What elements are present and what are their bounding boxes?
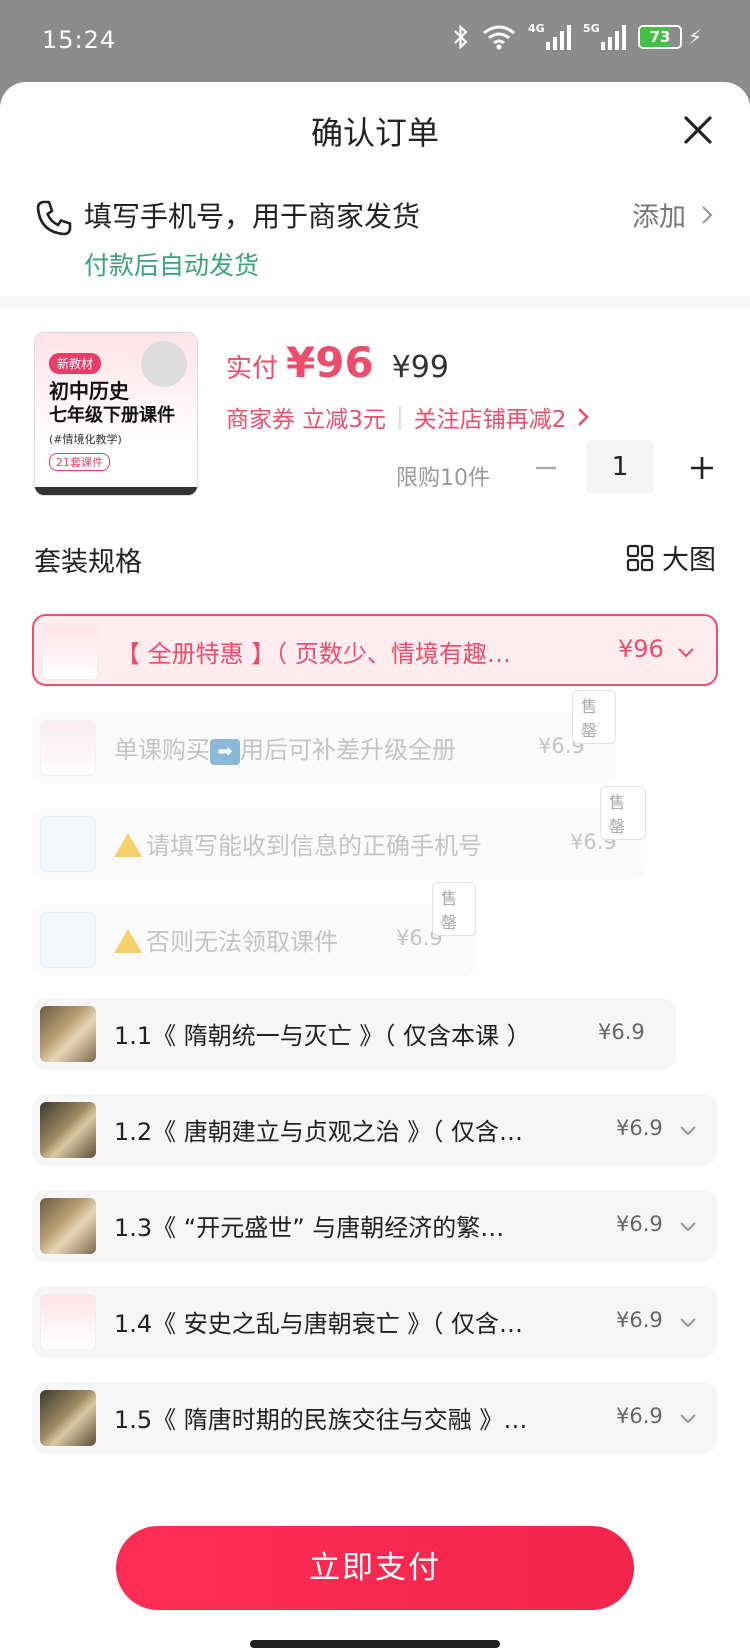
bluetooth-icon	[454, 24, 468, 50]
signal-4g-label: 4G	[527, 22, 545, 35]
sold-out-badge: 售罄	[600, 786, 646, 840]
option-label: 1.3《 “开元盛世” 与唐朝经济的繁…	[114, 1214, 505, 1242]
thumb-tag: (#情境化教学)	[49, 433, 122, 446]
thumb-count: 21套课件	[49, 453, 110, 471]
option-thumbnail	[40, 1390, 96, 1446]
warning-icon	[114, 929, 142, 953]
status-bar: 15:24 4G 5G 73 ⚡	[0, 0, 750, 82]
option-price: ¥96	[618, 635, 664, 663]
spec-option-sold-out: 单课购买 ➡ 用后可补差升级全册 ¥6.9 售罄	[32, 690, 616, 784]
big-image-label: 大图	[662, 545, 716, 576]
spec-header: 套装规格 大图	[0, 508, 750, 598]
spec-option[interactable]: 1.1《 隋朝统一与灭亡 》（ 仅含本课 ） ¥6.9	[32, 998, 676, 1070]
thumb-title: 初中历史	[49, 379, 129, 403]
option-price: ¥6.9	[616, 1116, 663, 1140]
signal-5g-icon: 5G	[582, 22, 626, 50]
grid-icon	[626, 544, 654, 571]
spec-option[interactable]: 1.4《 安史之乱与唐朝衰亡 》（ 仅含… ¥6.9	[32, 1286, 718, 1358]
chevron-down-icon	[680, 1414, 696, 1424]
minus-icon[interactable]	[526, 448, 566, 488]
sold-out-badge: 售罄	[432, 882, 476, 936]
contact-section[interactable]: 填写手机号，用于商家发货 添加 付款后自动发货	[0, 82, 750, 296]
section-divider	[0, 296, 750, 308]
add-phone-button[interactable]: 添加	[632, 195, 714, 234]
option-thumbnail	[40, 1294, 96, 1350]
chevron-right-icon	[578, 408, 590, 426]
battery-icon: 73 ⚡	[637, 25, 702, 49]
price-label: 实付	[226, 354, 279, 384]
option-label-text: 否则无法领取课件	[146, 928, 338, 956]
thumb-bar	[35, 487, 197, 495]
product-thumbnail[interactable]: 新教材 初中历史 七年级下册课件 (#情境化教学) 21套课件	[34, 332, 198, 496]
signal-5g-label: 5G	[582, 22, 600, 35]
chevron-down-icon	[680, 1126, 696, 1136]
option-price: ¥6.9	[616, 1308, 663, 1332]
option-label-part: 单课购买	[114, 736, 210, 764]
sold-out-badge: 售罄	[572, 690, 616, 744]
option-thumbnail	[40, 816, 96, 872]
signal-4g-icon: 4G	[527, 22, 571, 50]
product-section: 新教材 初中历史 七年级下册课件 (#情境化教学) 21套课件 实付 ¥96 ¥…	[0, 308, 750, 508]
phone-hint: 填写手机号，用于商家发货	[84, 200, 421, 233]
price-original: ¥99	[391, 350, 449, 385]
home-indicator[interactable]	[250, 1640, 500, 1648]
thumb-badge: 新教材	[49, 353, 102, 374]
option-thumbnail	[40, 912, 96, 968]
option-price: ¥6.9	[598, 1020, 645, 1044]
status-icons: 4G 5G 73 ⚡	[452, 22, 702, 50]
phone-icon	[36, 200, 72, 236]
status-time: 15:24	[42, 26, 117, 54]
big-image-toggle[interactable]: 大图	[626, 538, 716, 577]
spec-option[interactable]: 1.5《 隋唐时期的民族交往与交融 》… ¥6.9	[32, 1382, 718, 1454]
chevron-right-icon	[702, 205, 713, 224]
option-thumbnail	[40, 1006, 96, 1062]
option-label: 1.1《 隋朝统一与灭亡 》（ 仅含本课 ）	[114, 1022, 531, 1050]
spec-title: 套装规格	[34, 547, 142, 578]
quantity-input[interactable]: 1	[586, 440, 654, 494]
option-label: 【 全册特惠 】（ 页数少、情境有趣…	[116, 640, 511, 668]
chevron-down-icon	[680, 1222, 696, 1232]
thumb-subtitle: 七年级下册课件	[49, 405, 175, 426]
order-sheet: 确认订单 填写手机号，用于商家发货 添加 付款后自动发货 新教材 初中历史 七年…	[0, 82, 750, 1650]
auto-delivery-note: 付款后自动发货	[84, 251, 260, 280]
option-label-part: 用后可补差升级全册	[240, 736, 456, 764]
spec-option[interactable]: 【 全册特惠 】（ 页数少、情境有趣… ¥96	[32, 614, 718, 686]
spec-option-sold-out: 否则无法领取课件 ¥6.9 售罄	[32, 882, 476, 976]
arrow-right-icon: ➡	[210, 739, 240, 765]
promo-separator: |	[395, 404, 404, 430]
wifi-icon	[483, 25, 515, 50]
plus-icon[interactable]	[682, 448, 722, 488]
spec-option[interactable]: 1.2《 唐朝建立与贞观之治 》（ 仅含… ¥6.9	[32, 1094, 718, 1166]
option-label: 1.5《 隋唐时期的民族交往与交融 》…	[114, 1406, 528, 1434]
charging-icon: ⚡	[687, 25, 702, 49]
option-thumbnail	[40, 720, 96, 776]
option-label: 请填写能收到信息的正确手机号	[114, 826, 584, 861]
option-label-text: 请填写能收到信息的正确手机号	[146, 832, 482, 860]
option-label: 1.2《 唐朝建立与贞观之治 》（ 仅含…	[114, 1118, 524, 1146]
option-label: 单课购买 ➡ 用后可补差升级全册	[114, 730, 544, 765]
add-phone-label: 添加	[632, 202, 686, 233]
chevron-down-icon	[680, 1318, 696, 1328]
option-thumbnail	[40, 1102, 96, 1158]
chevron-down-icon	[678, 648, 694, 658]
price-now: ¥96	[286, 338, 374, 387]
price-row: 实付 ¥96 ¥99	[226, 338, 449, 387]
thumb-logo	[141, 341, 187, 387]
purchase-limit: 限购10件	[396, 466, 490, 491]
option-thumbnail	[42, 624, 98, 680]
option-price: ¥6.9	[616, 1404, 663, 1428]
option-thumbnail	[40, 1198, 96, 1254]
warning-icon	[114, 833, 142, 857]
pay-now-button[interactable]: 立即支付	[116, 1526, 634, 1610]
footer: 立即支付	[0, 1508, 750, 1650]
option-label: 1.4《 安史之乱与唐朝衰亡 》（ 仅含…	[114, 1310, 524, 1338]
promo-row[interactable]: 商家券 立减3元 | 关注店铺再减2	[226, 400, 590, 434]
follow-discount-text: 关注店铺再减2	[413, 407, 567, 433]
coupon-text: 商家券 立减3元	[226, 407, 386, 433]
option-price: ¥6.9	[616, 1212, 663, 1236]
battery-level: 73	[649, 28, 671, 46]
spec-option-sold-out: 请填写能收到信息的正确手机号 ¥6.9 售罄	[32, 786, 646, 880]
option-label: 否则无法领取课件	[114, 922, 414, 957]
spec-option[interactable]: 1.3《 “开元盛世” 与唐朝经济的繁… ¥6.9	[32, 1190, 718, 1262]
